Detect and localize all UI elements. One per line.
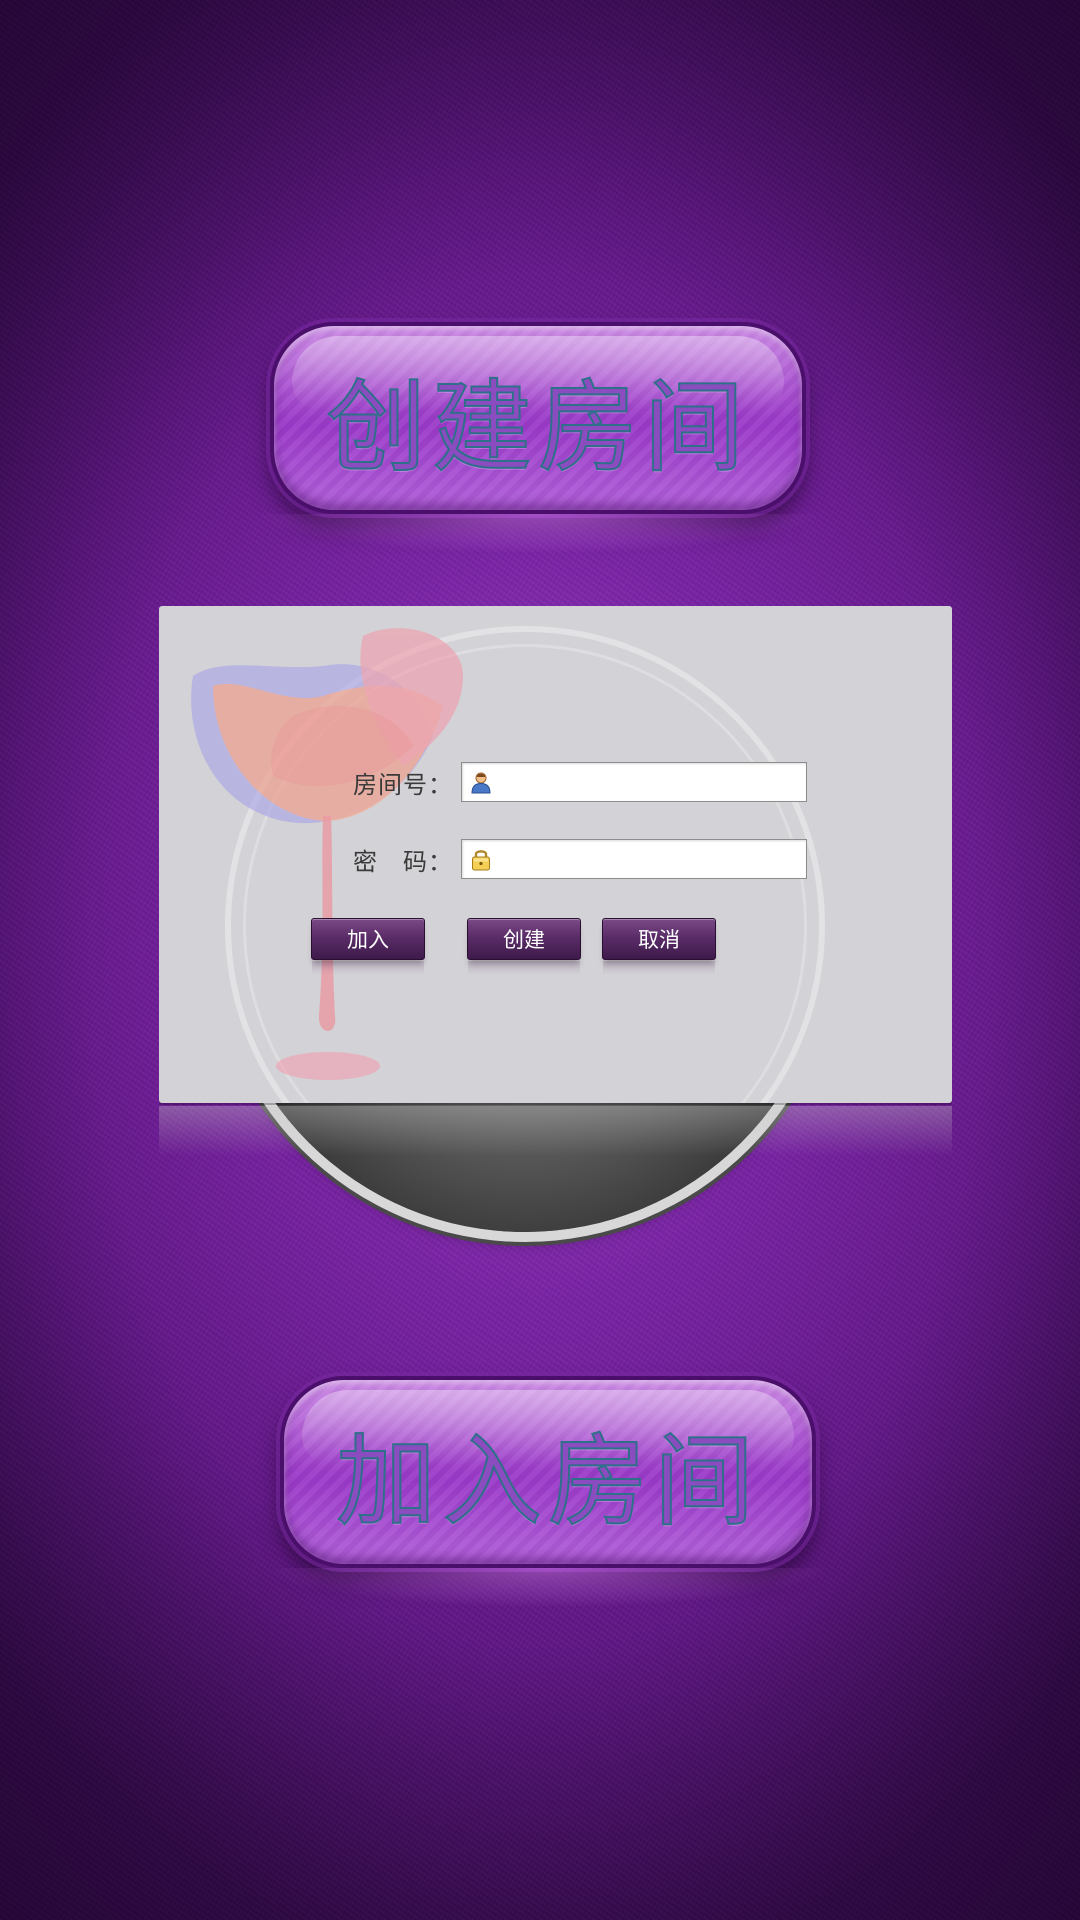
password-row: 密 码： (159, 839, 807, 879)
button-glow (264, 1568, 832, 1608)
password-input[interactable] (493, 841, 806, 877)
create-room-button[interactable]: 创建房间 (254, 322, 822, 554)
room-number-label: 房间号： (353, 770, 453, 799)
lock-icon (472, 850, 490, 871)
join-room-button[interactable]: 加入房间 (264, 1376, 832, 1608)
room-dialog: 房间号： 密 码： 加入 创建 取消 (159, 606, 952, 1103)
create-button[interactable]: 创建 (467, 918, 581, 975)
room-number-field[interactable] (461, 762, 807, 802)
password-label: 密 码： (353, 847, 453, 876)
room-number-input[interactable] (493, 764, 806, 800)
join-room-label: 加入房间 (335, 1422, 760, 1541)
button-glow (254, 514, 822, 554)
dialog-reflection (159, 1106, 952, 1156)
room-number-row: 房间号： (159, 762, 807, 802)
room-dialog-container: 房间号： 密 码： 加入 创建 取消 (159, 606, 952, 1232)
password-field[interactable] (461, 839, 807, 879)
join-button[interactable]: 加入 (311, 918, 425, 975)
cancel-button[interactable]: 取消 (602, 918, 716, 975)
create-room-label: 创建房间 (325, 368, 750, 487)
user-icon (471, 772, 491, 794)
